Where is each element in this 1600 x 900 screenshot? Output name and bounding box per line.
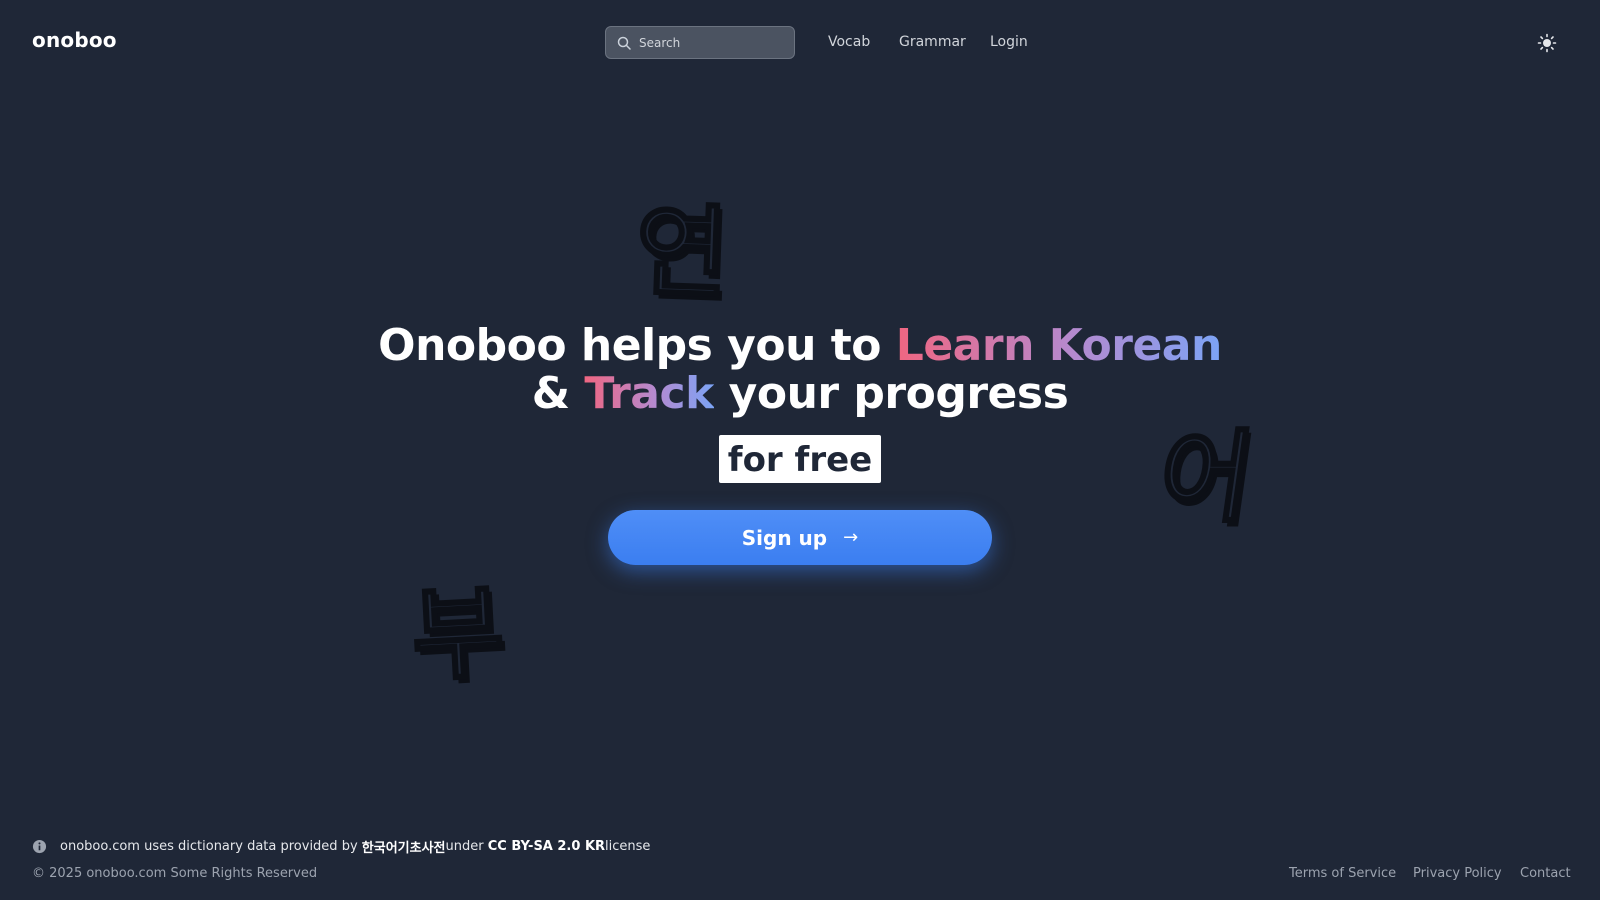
hero-headline: Onoboo helps you to Learn Korean & Track…	[0, 322, 1600, 418]
notice-license: CC BY-SA 2.0 KR	[487, 839, 606, 854]
arrow-right-icon: →	[843, 527, 859, 548]
dictionary-notice: onoboo.com uses dictionary data provided…	[32, 837, 650, 856]
copyright: © 2025 onoboo.com Some Rights Reserved	[32, 866, 318, 881]
search-icon	[617, 36, 631, 50]
hero: Onoboo helps you to Learn Korean & Track…	[0, 322, 1600, 483]
search-input[interactable]	[639, 35, 779, 50]
notice-suffix: license	[605, 839, 651, 854]
footer-link-privacy[interactable]: Privacy Policy	[1413, 866, 1502, 881]
notice-middle: under	[445, 839, 484, 854]
nav-grammar[interactable]: Grammar	[899, 34, 966, 50]
decor-glyph-yeon: 연	[633, 191, 732, 314]
theme-toggle-button[interactable]	[1537, 33, 1557, 53]
signup-button[interactable]: Sign up →	[608, 510, 992, 565]
logo[interactable]: onoboo	[32, 28, 117, 52]
headline-highlight-track: Track	[584, 368, 714, 419]
headline-highlight-learn-korean: Learn Korean	[895, 320, 1223, 371]
nav-login[interactable]: Login	[990, 34, 1028, 50]
footer-link-contact[interactable]: Contact	[1520, 866, 1571, 881]
info-icon	[32, 839, 47, 854]
headline-line1-prefix: Onoboo helps you to	[378, 320, 896, 371]
decor-glyph-bu: 부	[407, 572, 508, 697]
headline-line2-prefix: &	[531, 368, 585, 419]
nav-vocab[interactable]: Vocab	[828, 34, 870, 50]
page: onoboo Vocab Grammar Login	[0, 0, 1600, 900]
for-free-badge: for free	[718, 435, 882, 483]
headline-line2-suffix: your progress	[713, 368, 1069, 419]
search-box[interactable]	[605, 26, 795, 59]
footer-link-terms[interactable]: Terms of Service	[1289, 866, 1396, 881]
notice-prefix: onoboo.com uses dictionary data provided…	[60, 839, 358, 854]
sun-icon	[1537, 33, 1557, 57]
notice-source: 한국어기초사전	[361, 841, 446, 856]
signup-label: Sign up	[741, 525, 828, 550]
